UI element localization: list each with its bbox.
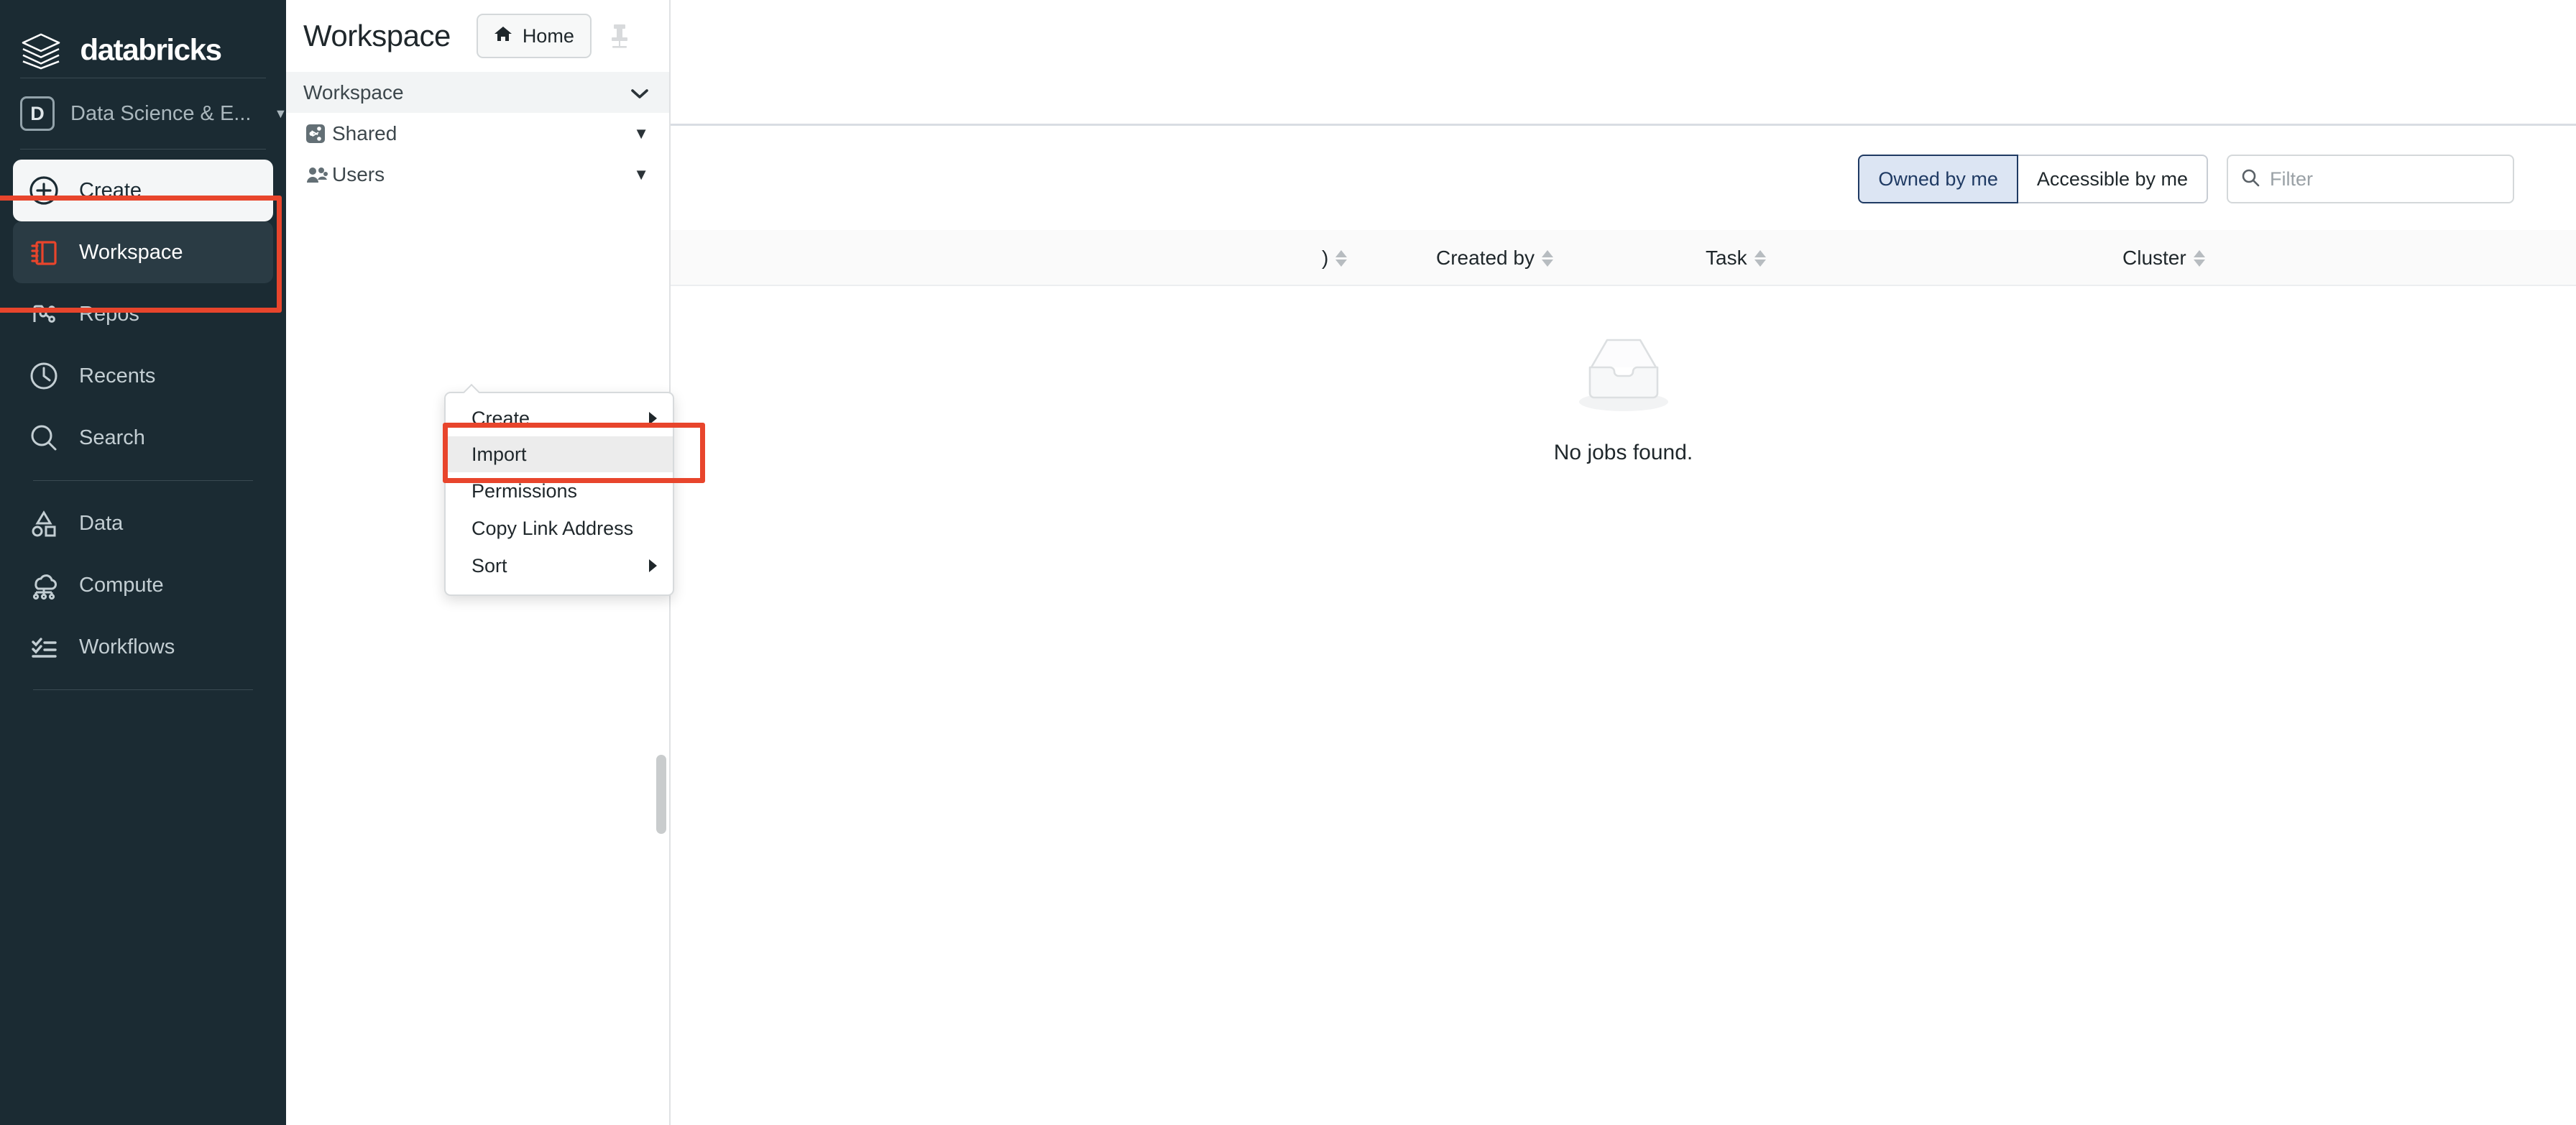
brand-wordmark: databricks	[78, 32, 254, 67]
jobs-filter-input[interactable]	[2270, 167, 2500, 190]
chevron-down-icon[interactable]	[630, 83, 649, 102]
tab-owned-by-me[interactable]: Owned by me	[1858, 155, 2018, 203]
users-icon	[306, 165, 332, 184]
plus-circle-icon	[27, 174, 60, 207]
sidebar-item-create[interactable]: Create	[13, 160, 273, 221]
jobs-main-content: Owned by me Accessible by me Created by …	[671, 0, 2576, 1125]
context-menu-item-label: Permissions	[472, 479, 578, 502]
column-header-label: )	[1322, 247, 1329, 269]
column-header-task[interactable]: Task	[1706, 230, 1766, 286]
sort-icon[interactable]	[1754, 249, 1766, 267]
search-icon	[27, 421, 60, 454]
sort-icon[interactable]	[1335, 249, 1348, 267]
compute-cloud-icon	[27, 569, 60, 602]
sidebar-item-repos[interactable]: Repos	[13, 283, 273, 345]
clock-icon	[27, 359, 60, 392]
left-sidebar: databricks D Data Science & E... ▼ Creat…	[0, 0, 288, 1125]
brand-name-text: databricks	[80, 35, 221, 66]
workspace-tree: Workspace Shared ▼ Users ▼	[286, 72, 669, 195]
jobs-scope-segmented-control: Owned by me Accessible by me	[1858, 155, 2208, 203]
column-header-label: Created by	[1436, 247, 1535, 269]
context-menu-item-label: Sort	[472, 554, 507, 577]
sidebar-item-label: Data	[79, 511, 124, 535]
databricks-app: databricks D Data Science & E... ▼ Creat…	[0, 0, 2576, 1125]
sidebar-item-label: Workspace	[79, 240, 183, 264]
share-icon	[306, 124, 332, 143]
jobs-table-header: Created by Task Cluster Schedule Last ru…	[671, 230, 2576, 286]
sidebar-item-data[interactable]: Data	[13, 492, 273, 554]
sidebar-item-search[interactable]: Search	[13, 407, 273, 469]
sidebar-item-label: Repos	[79, 302, 139, 326]
databricks-logo-icon	[20, 32, 62, 70]
context-menu-item-sort[interactable]: Sort	[446, 547, 673, 584]
workspace-badge: D	[20, 96, 55, 131]
tree-item-workspace[interactable]: Workspace	[286, 72, 669, 113]
page-title: Workspace	[303, 19, 451, 52]
column-header-truncated[interactable]: )	[1322, 230, 1348, 286]
context-menu-item-import[interactable]: Import	[446, 436, 673, 472]
column-header-label: Cluster	[2122, 247, 2186, 269]
sort-icon[interactable]	[1541, 249, 1553, 267]
submenu-arrow-icon	[649, 412, 657, 425]
sidebar-item-label: Workflows	[79, 635, 175, 658]
repos-icon	[27, 298, 60, 331]
column-header-cluster[interactable]: Cluster	[2122, 230, 2205, 286]
brand-header[interactable]: databricks	[0, 0, 286, 78]
tab-accessible-by-me[interactable]: Accessible by me	[2018, 155, 2208, 203]
home-icon	[494, 25, 512, 47]
workspace-icon	[27, 236, 60, 269]
column-header-label: Task	[1706, 247, 1747, 269]
workspace-context-menu: Create Import Permissions Copy Link Addr…	[444, 384, 674, 596]
chevron-down-icon: ▼	[274, 106, 288, 121]
tree-item-label: Workspace	[303, 81, 404, 104]
submenu-arrow-icon	[649, 559, 657, 572]
caret-down-icon[interactable]: ▼	[633, 166, 649, 183]
workspace-panel-scrollbar[interactable]	[656, 755, 666, 834]
jobs-filter-box[interactable]	[2227, 155, 2514, 203]
tree-item-label: Shared	[332, 121, 397, 144]
empty-inbox-icon	[1570, 327, 1678, 419]
home-button-label: Home	[522, 24, 574, 47]
workspace-switcher[interactable]: D Data Science & E... ▼	[0, 78, 288, 149]
caret-down-icon[interactable]: ▼	[633, 125, 649, 142]
sidebar-item-workspace[interactable]: Workspace	[13, 221, 273, 283]
sidebar-item-workflows[interactable]: Workflows	[13, 616, 273, 678]
data-shapes-icon	[27, 507, 60, 540]
home-button[interactable]: Home	[476, 14, 592, 58]
sidebar-section-divider	[33, 480, 253, 481]
sidebar-nav-list: Create Workspace Repos Recents Search Da…	[0, 150, 286, 690]
sidebar-item-label: Search	[79, 426, 145, 449]
context-menu-item-copy-link-address[interactable]: Copy Link Address	[446, 510, 673, 547]
column-header-created-by[interactable]: Created by	[1436, 230, 1553, 286]
workflows-icon	[27, 630, 60, 663]
sort-icon[interactable]	[2193, 249, 2205, 267]
pin-icon[interactable]	[603, 17, 636, 55]
context-menu-item-permissions[interactable]: Permissions	[446, 472, 673, 510]
search-icon	[2241, 168, 2260, 190]
sidebar-item-label: Create	[79, 178, 142, 202]
workspace-switcher-label: Data Science & E...	[70, 101, 252, 125]
sidebar-item-label: Recents	[79, 364, 156, 387]
main-header-divider	[671, 124, 2576, 126]
tree-item-label: Users	[332, 162, 385, 185]
context-menu-arrow	[463, 384, 480, 393]
jobs-empty-state: No jobs found.	[671, 327, 2576, 465]
sidebar-item-compute[interactable]: Compute	[13, 554, 273, 616]
jobs-empty-state-text: No jobs found.	[1553, 441, 1693, 464]
context-menu-item-label: Copy Link Address	[472, 517, 634, 539]
tree-item-shared[interactable]: Shared ▼	[286, 113, 669, 154]
tree-item-users[interactable]: Users ▼	[286, 154, 669, 195]
context-menu-item-label: Create	[472, 407, 530, 429]
sidebar-bottom-divider	[33, 689, 253, 690]
context-menu-item-label: Import	[472, 443, 527, 465]
jobs-toolbar: Owned by me Accessible by me	[1858, 155, 2514, 203]
sidebar-item-recents[interactable]: Recents	[13, 345, 273, 407]
context-menu-item-create[interactable]: Create	[446, 400, 673, 436]
workspace-panel-header: Workspace Home	[286, 0, 669, 72]
sidebar-item-label: Compute	[79, 573, 164, 597]
